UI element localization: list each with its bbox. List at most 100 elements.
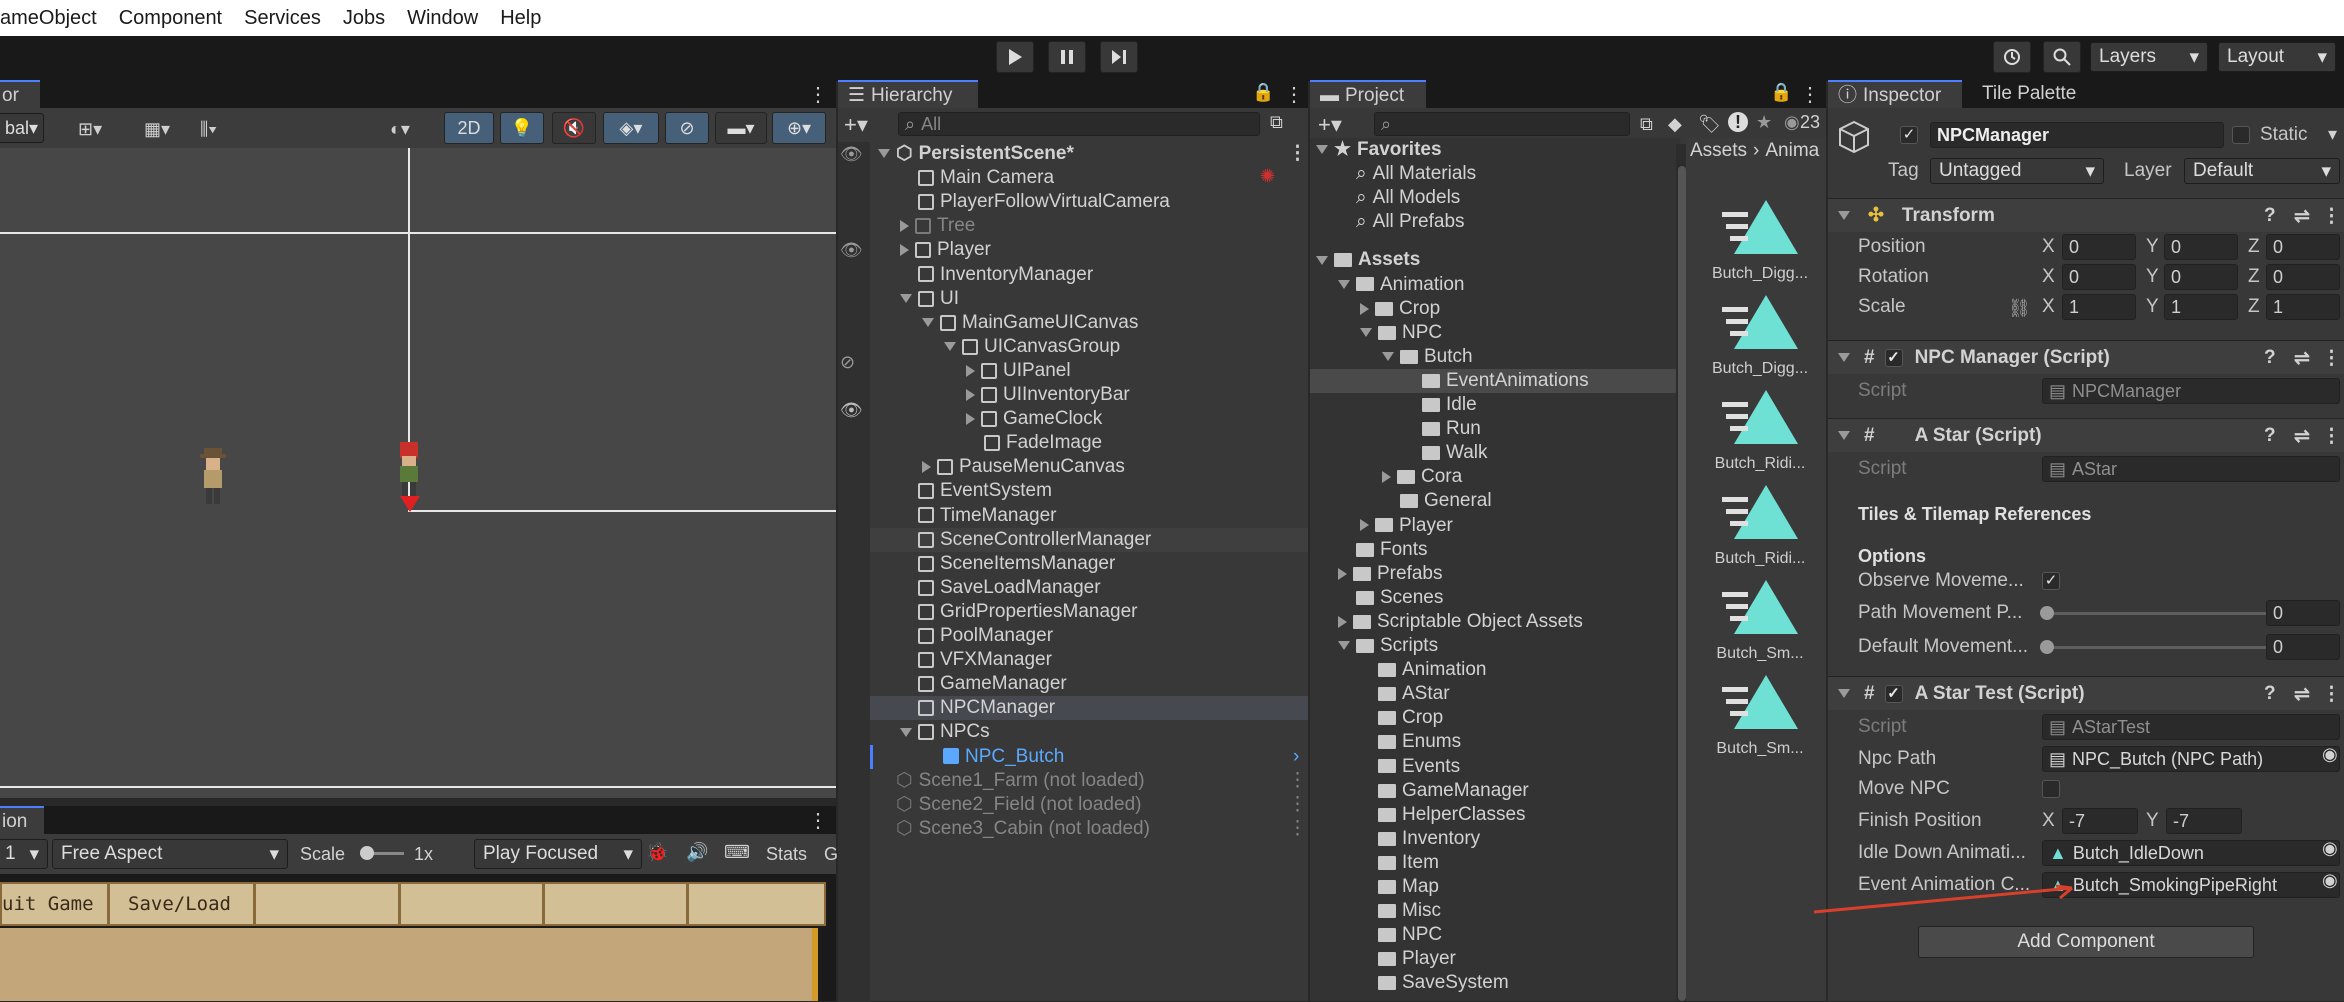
foldout-arrow-icon[interactable] — [966, 413, 975, 426]
bug-icon[interactable]: 🐞 — [646, 842, 668, 863]
animation-clip-asset[interactable]: Butch_Ridi... — [1705, 386, 1815, 473]
project-folder-row[interactable]: HelperClasses — [1310, 803, 1676, 827]
menu-component[interactable]: Component — [119, 0, 222, 36]
foldout-arrow-icon[interactable] — [1360, 519, 1369, 532]
project-folder-row[interactable]: Inventory — [1310, 827, 1676, 851]
tree-scrollbar-thumb[interactable] — [1678, 166, 1686, 1001]
foldout-arrow-icon[interactable] — [966, 364, 975, 377]
transform-x-field[interactable]: 1 — [2062, 294, 2136, 320]
hierarchy-row[interactable]: ⬡ PersistentScene* ⋮ — [870, 142, 1308, 166]
eye-icon[interactable]: 👁 — [840, 400, 863, 421]
project-folder-row[interactable]: ⌕ All Models — [1310, 186, 1676, 210]
npc-path-field[interactable]: ▤ NPC_Butch (NPC Path) — [2042, 746, 2340, 772]
scale-slider-handle[interactable] — [360, 846, 374, 860]
tab-project[interactable]: ▬ Project — [1310, 80, 1426, 108]
project-folder-row[interactable]: Scriptable Object Assets — [1310, 610, 1676, 634]
slider-handle[interactable] — [2040, 640, 2054, 654]
transform-z-field[interactable]: 0 — [2266, 234, 2340, 260]
foldout-arrow-icon[interactable] — [1382, 352, 1394, 362]
project-folder-row[interactable]: Animation — [1310, 658, 1676, 682]
kebab-menu-icon[interactable]: ⋮ — [1288, 793, 1307, 817]
hierarchy-row[interactable]: PauseMenuCanvas — [870, 455, 1308, 479]
preset-icon[interactable]: ⇌ — [2294, 205, 2310, 228]
project-folder-row[interactable]: Misc — [1310, 899, 1676, 923]
menu-gameobject[interactable]: ameObject — [0, 0, 97, 36]
add-component-button[interactable]: Add Component — [1918, 926, 2254, 958]
foldout-arrow-icon[interactable] — [900, 727, 912, 737]
hierarchy-row[interactable]: InventoryManager — [870, 263, 1308, 287]
foldout-arrow-icon[interactable] — [900, 220, 909, 233]
observe-movement-checkbox[interactable]: ✓ — [2042, 572, 2060, 590]
finish-x-field[interactable]: -7 — [2062, 808, 2138, 834]
project-folder-row[interactable]: Crop — [1310, 706, 1676, 730]
object-picker-icon[interactable]: ◉ — [2322, 870, 2338, 891]
increment-snap-icon[interactable]: ⫼▾ — [200, 119, 217, 140]
hierarchy-row[interactable]: Player — [870, 238, 1308, 262]
hierarchy-row[interactable]: UICanvasGroup — [870, 335, 1308, 359]
kebab-menu-icon[interactable]: ⋮ — [1288, 142, 1307, 166]
animation-clip-asset[interactable]: Butch_Ridi... — [1705, 481, 1815, 568]
aspect-dropdown[interactable]: Free Aspect ▾ — [52, 839, 288, 869]
hierarchy-row[interactable]: SaveLoadManager — [870, 576, 1308, 600]
hierarchy-row[interactable]: EventSystem — [870, 479, 1308, 503]
audio-icon[interactable]: 🔊 — [686, 842, 708, 863]
project-folder-row[interactable]: Cora — [1310, 465, 1676, 489]
project-folder-row[interactable]: Idle — [1310, 393, 1676, 417]
hierarchy-row[interactable]: TimeManager — [870, 504, 1308, 528]
label-icon[interactable]: 🏷 — [1698, 114, 1721, 135]
hierarchy-row[interactable]: MainGameUICanvas — [870, 311, 1308, 335]
favorite-star-icon[interactable]: ★ — [1756, 112, 1772, 133]
game-viewport[interactable]: uit Game Save/Load — [0, 874, 836, 1001]
help-icon[interactable]: ? — [2264, 683, 2276, 705]
kebab-menu-icon[interactable]: ⋮ — [2322, 683, 2341, 706]
project-folder-row[interactable]: GameManager — [1310, 779, 1676, 803]
layout-dropdown[interactable]: Layout ▾ — [2218, 42, 2336, 72]
step-button[interactable] — [1100, 41, 1138, 73]
display-dropdown[interactable]: 1 ▾ — [0, 839, 48, 869]
project-folder-row[interactable]: Assets — [1310, 248, 1676, 272]
project-folder-row[interactable]: Item — [1310, 851, 1676, 875]
npc-manager-header[interactable]: # ✓ NPC Manager (Script) ? ⇌ ⋮ — [1828, 340, 2344, 374]
project-folder-row[interactable]: Scripts — [1310, 634, 1676, 658]
global-local-dropdown[interactable]: bal ▾ — [0, 113, 44, 143]
camera-icon[interactable]: ▬▾ — [715, 112, 767, 144]
grid-snap-icon[interactable]: ⊞▾ — [78, 119, 102, 140]
finish-y-field[interactable]: -7 — [2166, 808, 2242, 834]
foldout-arrow-icon[interactable] — [1360, 302, 1369, 315]
hierarchy-row[interactable]: VFXManager — [870, 648, 1308, 672]
help-icon[interactable]: ? — [2264, 425, 2276, 447]
hidden-eye-icon[interactable]: ⊘ — [840, 352, 855, 373]
animation-clip-asset[interactable]: Butch_Sm... — [1705, 576, 1815, 663]
preset-icon[interactable]: ⇌ — [2294, 683, 2310, 706]
project-folder-row[interactable]: Enums — [1310, 730, 1676, 754]
scale-slider[interactable] — [360, 846, 404, 860]
search-by-label-icon[interactable]: ◆ — [1668, 114, 1682, 135]
breadcrumb-assets[interactable]: Assets — [1690, 140, 1747, 162]
kebab-menu-icon[interactable]: ⋮ — [2322, 425, 2341, 448]
project-folder-row[interactable]: EventAnimations — [1310, 368, 1676, 393]
hierarchy-row[interactable]: SceneControllerManager — [870, 527, 1308, 552]
transform-x-field[interactable]: 0 — [2062, 234, 2136, 260]
foldout-arrow-icon[interactable] — [1382, 471, 1391, 484]
default-movement-value[interactable]: 0 — [2266, 634, 2340, 660]
project-folder-row[interactable]: AStar — [1310, 682, 1676, 706]
project-folder-row[interactable]: Run — [1310, 417, 1676, 441]
kebab-menu-icon[interactable]: ⋮ — [1800, 82, 1820, 107]
foldout-arrow-icon[interactable] — [966, 388, 975, 401]
kebab-menu-icon[interactable]: ⋮ — [2322, 347, 2341, 370]
hidden-packages-icon[interactable]: ◉ — [1784, 112, 1800, 133]
help-icon[interactable]: ? — [2264, 347, 2276, 369]
chevron-right-icon[interactable]: › — [1293, 745, 1299, 769]
hierarchy-row[interactable]: GridPropertiesManager — [870, 600, 1308, 624]
keyboard-icon[interactable]: ⌨ — [724, 842, 750, 863]
foldout-arrow-icon[interactable] — [1316, 145, 1328, 155]
search-by-type-icon[interactable]: ⧉ — [1640, 114, 1653, 135]
tab-hierarchy[interactable]: ☰ Hierarchy — [838, 80, 978, 108]
transform-z-field[interactable]: 0 — [2266, 264, 2340, 290]
hierarchy-row[interactable]: Tree — [870, 214, 1308, 238]
foldout-arrow-icon[interactable] — [1316, 255, 1328, 265]
menu-window[interactable]: Window — [407, 0, 478, 36]
hierarchy-row[interactable]: UI — [870, 287, 1308, 311]
eye-icon[interactable]: 👁 — [840, 240, 863, 261]
slider-handle[interactable] — [2040, 606, 2054, 620]
